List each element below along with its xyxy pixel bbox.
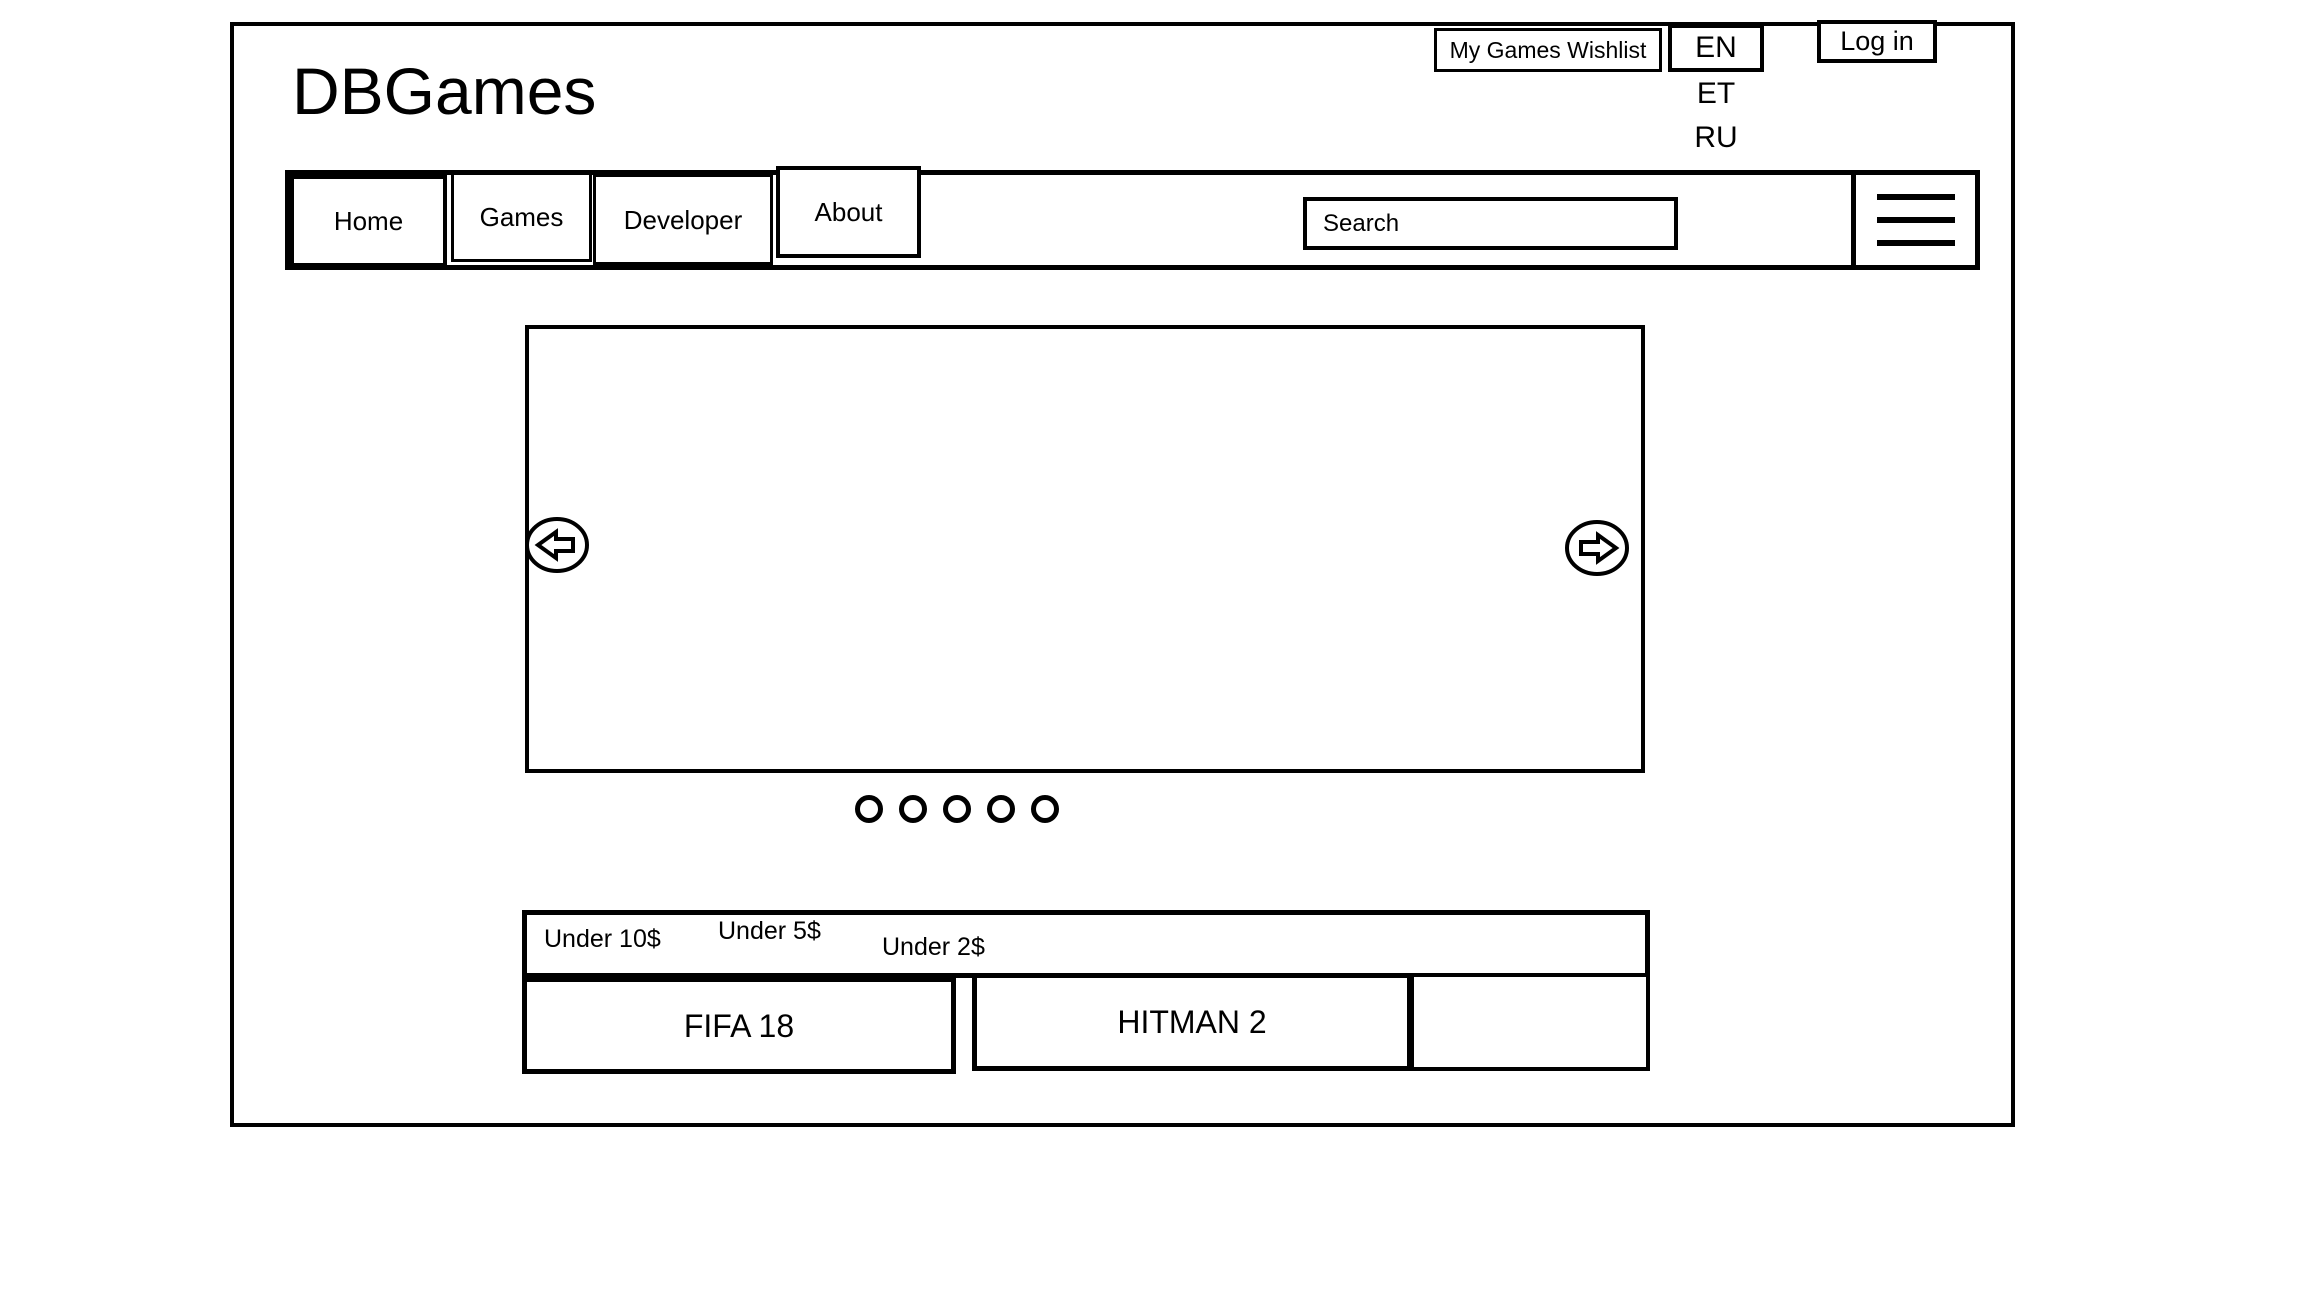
hamburger-menu-icon[interactable] bbox=[1851, 170, 1980, 270]
hamburger-bar-1 bbox=[1876, 194, 1955, 200]
carousel-dot-3[interactable] bbox=[943, 795, 971, 823]
game-card[interactable]: FIFA 18 bbox=[522, 977, 956, 1074]
nav-item-developer[interactable]: Developer bbox=[593, 174, 773, 265]
login-label: Log in bbox=[1840, 26, 1914, 56]
language-selector[interactable]: EN ET RU bbox=[1668, 24, 1764, 160]
hamburger-bar-3 bbox=[1876, 240, 1955, 246]
language-selected-label: EN bbox=[1695, 31, 1737, 64]
carousel-pagination-dots[interactable] bbox=[855, 795, 1059, 823]
language-option-ru[interactable]: RU bbox=[1668, 116, 1764, 160]
carousel-dot-5[interactable] bbox=[1031, 795, 1059, 823]
game-card[interactable] bbox=[1410, 973, 1650, 1071]
nav-item-home[interactable]: Home bbox=[290, 175, 447, 267]
language-selected-option[interactable]: EN bbox=[1668, 24, 1764, 72]
my-games-wishlist-button[interactable]: My Games Wishlist bbox=[1434, 28, 1662, 72]
filter-tab-under-2[interactable]: Under 2$ bbox=[882, 935, 985, 960]
arrow-right-circle-icon[interactable] bbox=[1563, 518, 1631, 578]
filter-tab-under-10[interactable]: Under 10$ bbox=[544, 927, 661, 952]
language-option-et-label: ET bbox=[1696, 77, 1736, 110]
wishlist-label: My Games Wishlist bbox=[1449, 36, 1647, 63]
price-filter-bar bbox=[522, 910, 1650, 978]
game-card[interactable]: HITMAN 2 bbox=[972, 973, 1412, 1071]
carousel-dot-4[interactable] bbox=[987, 795, 1015, 823]
hamburger-bar-2 bbox=[1876, 217, 1955, 223]
nav-item-games-label: Games bbox=[479, 202, 564, 232]
nav-item-developer-label: Developer bbox=[623, 204, 743, 235]
nav-item-about-label: About bbox=[814, 197, 883, 227]
game-card-title: FIFA 18 bbox=[683, 1007, 795, 1044]
language-option-ru-label: RU bbox=[1694, 121, 1738, 154]
filter-tab-under-5[interactable]: Under 5$ bbox=[718, 919, 821, 944]
hero-carousel[interactable] bbox=[525, 325, 1645, 773]
carousel-dot-2[interactable] bbox=[899, 795, 927, 823]
search-input[interactable] bbox=[1303, 197, 1678, 250]
site-logo[interactable]: DBGames bbox=[292, 50, 596, 133]
log-in-button[interactable]: Log in bbox=[1817, 20, 1937, 63]
arrow-left-circle-icon[interactable] bbox=[523, 515, 591, 575]
carousel-dot-1[interactable] bbox=[855, 795, 883, 823]
nav-item-home-label: Home bbox=[333, 206, 404, 236]
game-card-title: HITMAN 2 bbox=[1117, 1004, 1267, 1040]
language-option-et[interactable]: ET bbox=[1668, 72, 1764, 116]
nav-item-about[interactable]: About bbox=[776, 166, 921, 258]
nav-item-games[interactable]: Games bbox=[451, 172, 592, 262]
